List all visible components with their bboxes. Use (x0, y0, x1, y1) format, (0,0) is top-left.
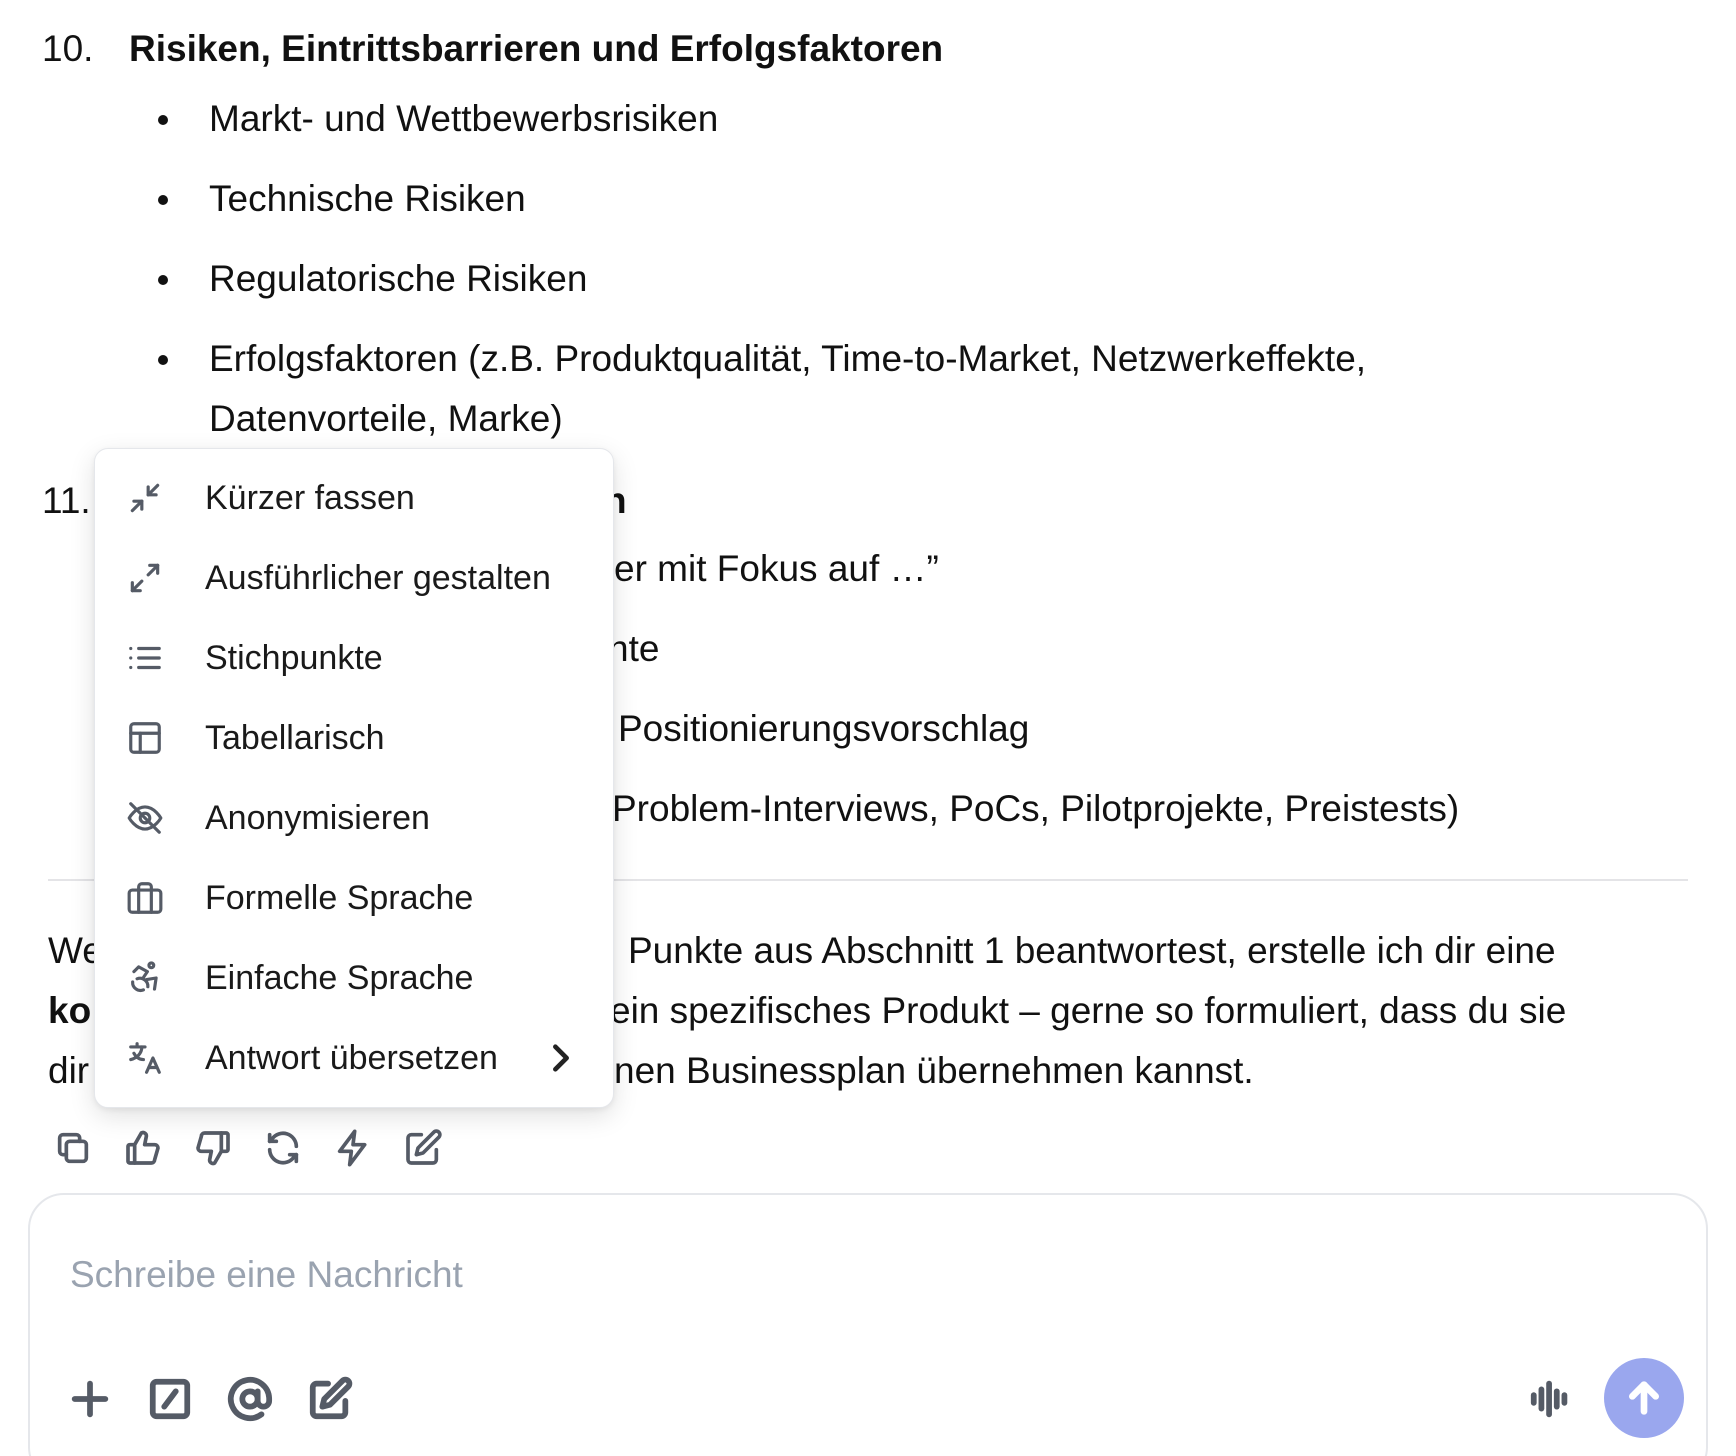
copy-icon (57, 1132, 89, 1164)
mention-button[interactable] (225, 1374, 275, 1424)
voice-input-button[interactable] (1526, 1374, 1576, 1424)
copy-button[interactable] (51, 1126, 95, 1170)
send-button[interactable] (1604, 1358, 1684, 1438)
thumbs-down-icon (196, 1131, 230, 1166)
edit-icon (406, 1129, 442, 1165)
menu-item-expand[interactable]: Ausführlicher gestalten (95, 538, 613, 618)
section-11-line-2: nte (608, 628, 660, 669)
section-11-line-1: er mit Fokus auf …” (614, 548, 939, 589)
bullet-success-factors-cont: Datenvorteile, Marke) (209, 398, 563, 439)
section-11-line-3: Positionierungsvorschlag (618, 708, 1030, 749)
translate-icon (125, 1038, 165, 1078)
menu-item-label: Stichpunkte (205, 638, 383, 677)
regenerate-icon (267, 1131, 299, 1165)
rewrite-menu: Kürzer fassen Ausführlicher gestalten St… (94, 448, 614, 1108)
briefcase-icon (125, 878, 165, 918)
edit-icon (309, 1376, 353, 1420)
at-sign-icon (227, 1377, 273, 1421)
menu-item-bullet-points[interactable]: Stichpunkte (95, 618, 613, 698)
closing-line-3-end: nen Businessplan übernehmen kannst. (614, 1050, 1254, 1091)
bolt-icon (337, 1129, 367, 1167)
slash-command-button[interactable] (145, 1374, 195, 1424)
chevron-right-icon (549, 1043, 573, 1073)
regenerate-button[interactable] (261, 1126, 305, 1170)
menu-item-label: Ausführlicher gestalten (205, 558, 551, 597)
plus-icon (71, 1380, 109, 1418)
bullet-dot (158, 275, 168, 285)
menu-item-label: Einfache Sprache (205, 958, 474, 997)
edit-prompt-button[interactable] (305, 1374, 355, 1424)
menu-item-shorten[interactable]: Kürzer fassen (95, 458, 613, 538)
expand-icon (125, 558, 165, 598)
menu-item-tabular[interactable]: Tabellarisch (95, 698, 613, 778)
section-10-title: Risiken, Eintrittsbarrieren und Erfolgsf… (129, 28, 944, 69)
closing-line-3-start: dir (48, 1050, 90, 1091)
list-icon (125, 638, 165, 678)
slash-square-icon (149, 1378, 191, 1420)
bullet-technical-risks: Technische Risiken (209, 178, 526, 219)
bullet-regulatory-risks: Regulatorische Risiken (209, 258, 588, 299)
menu-item-formal-language[interactable]: Formelle Sprache (95, 858, 613, 938)
section-10-number: 10. (42, 28, 94, 69)
section-11-line-4: Problem-Interviews, PoCs, Pilotprojekte,… (612, 788, 1460, 829)
bullet-market-risks: Markt- und Wettbewerbsrisiken (209, 98, 719, 139)
accessibility-icon (125, 958, 165, 998)
bullet-dot (158, 115, 168, 125)
thumbs-up-button[interactable] (121, 1126, 165, 1170)
menu-item-label: Kürzer fassen (205, 478, 415, 517)
closing-line-2-start: ko (48, 990, 92, 1031)
thumbs-down-button[interactable] (191, 1126, 235, 1170)
message-composer (28, 1193, 1708, 1456)
arrow-up-icon (1629, 1381, 1659, 1415)
menu-item-label: Tabellarisch (205, 718, 385, 757)
shrink-icon (125, 478, 165, 518)
menu-item-simple-language[interactable]: Einfache Sprache (95, 938, 613, 1018)
section-11-number: 11. (42, 480, 91, 521)
edit-button[interactable] (401, 1126, 445, 1170)
menu-item-label: Anonymisieren (205, 798, 430, 837)
eye-off-icon (125, 798, 165, 838)
bullet-dot (158, 355, 168, 365)
closing-line-1-end: Punkte aus Abschnitt 1 beantwortest, ers… (628, 930, 1556, 971)
bolt-button[interactable] (331, 1126, 375, 1170)
menu-item-translate[interactable]: Antwort übersetzen (95, 1018, 613, 1098)
bullet-dot (158, 195, 168, 205)
add-attachment-button[interactable] (65, 1374, 115, 1424)
menu-item-label: Formelle Sprache (205, 878, 474, 917)
table-icon (125, 718, 165, 758)
menu-item-label: Antwort übersetzen (205, 1038, 498, 1077)
thumbs-up-icon (126, 1130, 160, 1165)
bullet-success-factors: Erfolgsfaktoren (z.B. Produktqualität, T… (209, 338, 1367, 379)
menu-item-anonymize[interactable]: Anonymisieren (95, 778, 613, 858)
message-input[interactable] (70, 1245, 1270, 1305)
closing-line-2-end: ein spezifisches Produkt – gerne so form… (610, 990, 1567, 1031)
audio-waveform-icon (1530, 1380, 1568, 1418)
